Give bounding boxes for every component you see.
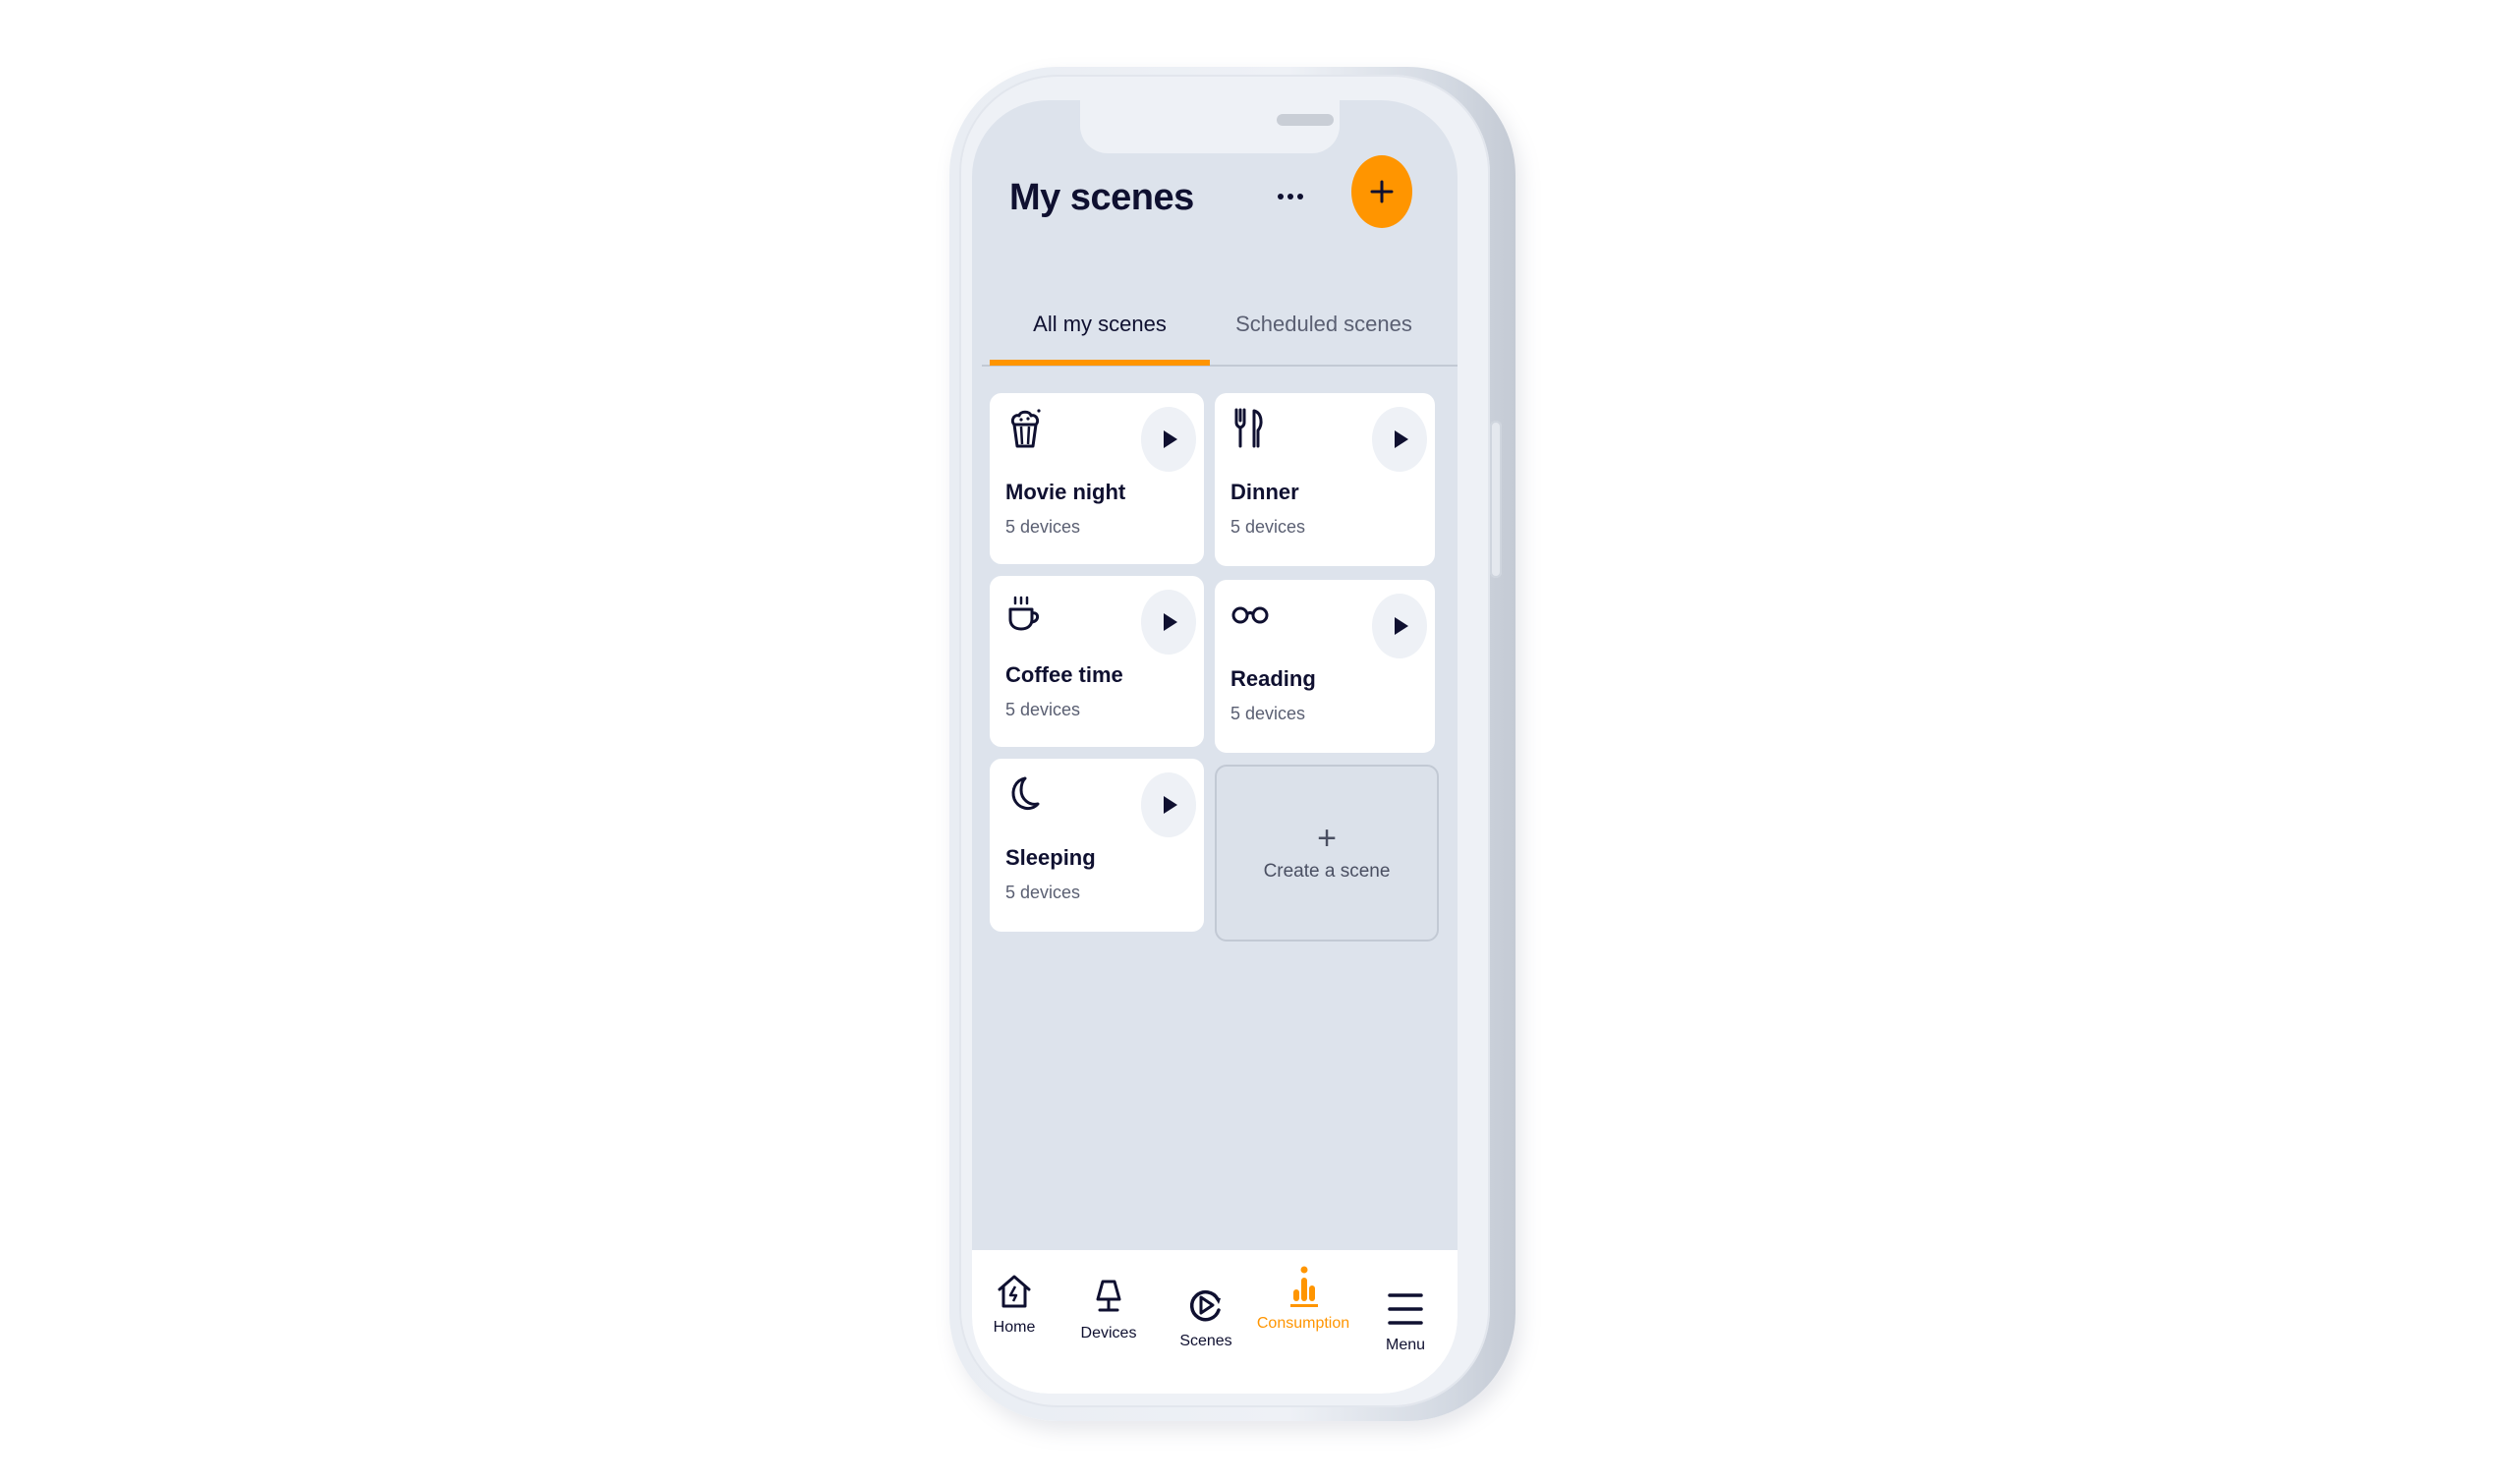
scene-card-movie-night[interactable]: Movie night 5 devices <box>990 393 1204 564</box>
play-icon <box>1395 430 1408 448</box>
nav-label: Consumption <box>1256 1315 1350 1332</box>
scene-card-sleeping[interactable]: Sleeping 5 devices <box>990 759 1204 932</box>
active-tab-indicator <box>990 360 1210 366</box>
play-scene-button[interactable] <box>1372 594 1427 658</box>
notch <box>1080 100 1340 153</box>
add-scene-button[interactable] <box>1351 155 1412 228</box>
glasses-icon <box>1231 606 1269 624</box>
scene-card-dinner[interactable]: Dinner 5 devices <box>1215 393 1435 566</box>
play-scene-button[interactable] <box>1141 590 1196 655</box>
nav-label: Scenes <box>1179 1333 1232 1349</box>
bar-chart-icon <box>1290 1266 1318 1307</box>
more-options-button[interactable] <box>1267 185 1314 208</box>
moon-icon <box>1011 776 1040 811</box>
plus-icon: + <box>1317 820 1337 857</box>
phone-screen: My scenes All my scenes Scheduled scenes… <box>972 100 1458 1394</box>
page-title: My scenes <box>1009 177 1194 218</box>
scene-name: Dinner <box>1230 480 1299 504</box>
nav-item-consumption[interactable]: Consumption <box>1256 1266 1350 1333</box>
scene-tabs: All my scenes Scheduled scenes <box>972 287 1458 367</box>
scene-device-count: 5 devices <box>1005 883 1081 902</box>
nav-item-scenes[interactable]: Scenes <box>1162 1284 1250 1350</box>
hamburger-menu-icon <box>1388 1293 1423 1325</box>
play-icon <box>1164 613 1177 631</box>
scene-name: Sleeping <box>1005 845 1096 870</box>
scene-name: Reading <box>1230 666 1316 691</box>
play-icon <box>1164 430 1177 448</box>
play-scene-button[interactable] <box>1141 772 1196 837</box>
nav-item-home[interactable]: Home <box>972 1270 1058 1337</box>
create-scene-label: Create a scene <box>1263 861 1391 882</box>
tab-scheduled-scenes[interactable]: Scheduled scenes <box>1210 287 1438 362</box>
nav-label: Home <box>993 1319 1036 1336</box>
popcorn-icon <box>1010 409 1041 448</box>
create-scene-button[interactable]: + Create a scene <box>1215 765 1439 942</box>
play-icon <box>1164 796 1177 814</box>
more-horizontal-icon-dot <box>1287 194 1293 200</box>
coffee-cup-icon <box>1008 596 1040 631</box>
home-bolt-icon <box>998 1275 1031 1308</box>
bottom-navigation: Home Devices Scenes Consumption Menu <box>972 1250 1458 1394</box>
scenes-play-icon <box>1189 1289 1221 1322</box>
nav-label: Devices <box>1080 1325 1137 1341</box>
nav-label: Menu <box>1385 1337 1426 1353</box>
more-horizontal-icon <box>1278 194 1284 200</box>
nav-item-devices[interactable]: Devices <box>1064 1276 1153 1342</box>
scene-card-coffee-time[interactable]: Coffee time 5 devices <box>990 576 1204 747</box>
scene-device-count: 5 devices <box>1230 704 1306 723</box>
nav-item-menu[interactable]: Menu <box>1361 1287 1450 1354</box>
tab-all-my-scenes[interactable]: All my scenes <box>990 287 1210 362</box>
scene-device-count: 5 devices <box>1005 517 1081 537</box>
phone-side-button <box>1490 421 1502 578</box>
lamp-icon <box>1096 1280 1121 1312</box>
play-scene-button[interactable] <box>1141 407 1196 472</box>
scene-card-reading[interactable]: Reading 5 devices <box>1215 580 1435 753</box>
scene-device-count: 5 devices <box>1005 700 1081 719</box>
scene-name: Movie night <box>1005 480 1126 504</box>
plus-icon <box>1370 180 1394 203</box>
more-horizontal-icon-dot <box>1297 194 1303 200</box>
speaker-grille <box>1277 114 1334 126</box>
scene-name: Coffee time <box>1005 662 1123 687</box>
play-scene-button[interactable] <box>1372 407 1427 472</box>
play-icon <box>1395 617 1408 635</box>
fork-knife-icon <box>1234 408 1263 448</box>
scene-device-count: 5 devices <box>1230 517 1306 537</box>
